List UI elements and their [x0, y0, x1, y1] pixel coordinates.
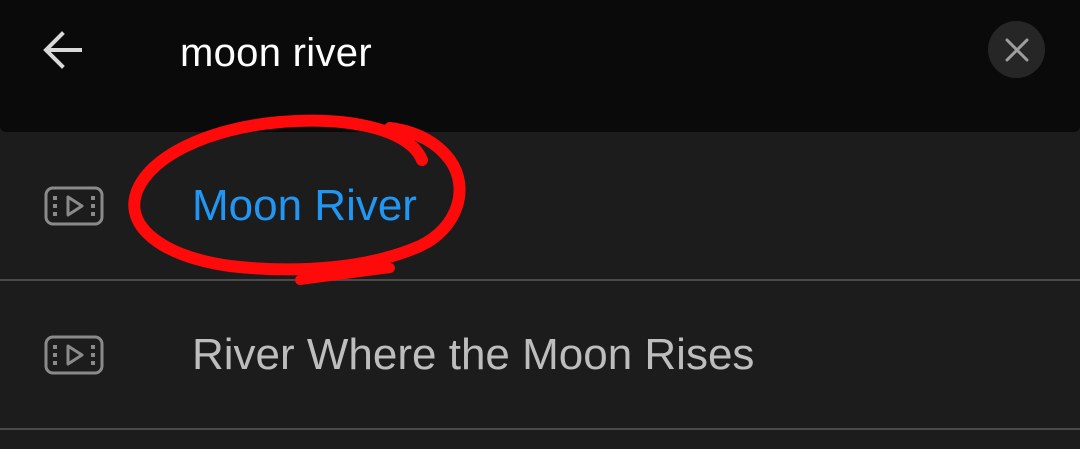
search-results-list: Moon River River Where the Moon Rises — [0, 132, 1080, 430]
close-icon — [1005, 38, 1028, 61]
result-item-moon-river[interactable]: Moon River — [0, 132, 1080, 281]
search-input[interactable]: moon river — [180, 28, 372, 78]
back-button[interactable] — [34, 22, 90, 78]
result-label: Moon River — [192, 180, 417, 230]
clear-search-button[interactable] — [988, 21, 1045, 78]
result-item-river-where-the-moon-rises[interactable]: River Where the Moon Rises — [0, 281, 1080, 430]
arrow-back-icon — [43, 31, 82, 69]
search-screen: moon river Moon River River Where the Mo… — [0, 0, 1080, 449]
result-label: River Where the Moon Rises — [192, 329, 755, 379]
video-icon — [44, 335, 104, 374]
search-bar: moon river — [0, 0, 1080, 132]
video-icon — [44, 186, 104, 225]
